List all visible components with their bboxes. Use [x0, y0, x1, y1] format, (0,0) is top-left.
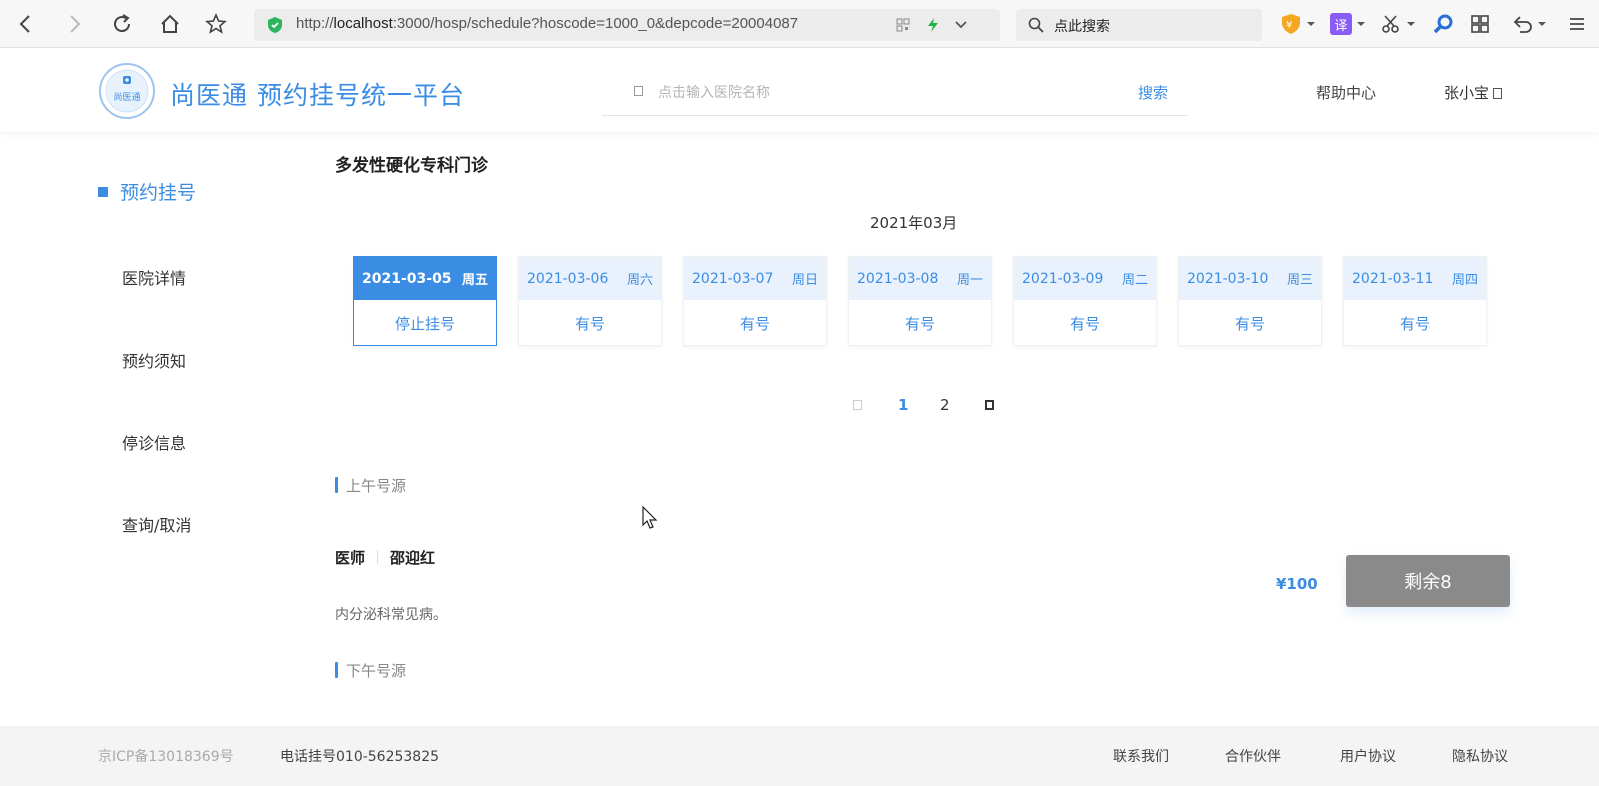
day-date: 2021-03-05: [362, 270, 452, 287]
sidebar-item-appointment[interactable]: 预约挂号: [98, 178, 196, 205]
month-label: 2021年03月: [870, 214, 958, 232]
active-marker-icon: [98, 187, 108, 197]
sidebar-item-query-cancel[interactable]: 查询/取消: [122, 512, 191, 536]
qr-code-icon[interactable]: [896, 18, 910, 32]
day-availability-status: 有号: [1069, 314, 1100, 333]
day-availability-status: 有号: [904, 314, 935, 333]
schedule-day-card[interactable]: 2021-03-07 周日有号: [683, 256, 827, 346]
footer-link-privacy[interactable]: 隐私协议: [1452, 746, 1508, 766]
day-date: 2021-03-09: [1022, 270, 1104, 287]
icp-number: 京ICP备13018369号: [98, 749, 234, 765]
sidebar-item-hospital-detail[interactable]: 医院详情: [122, 265, 186, 289]
sidebar-item-booking-notice[interactable]: 预约须知: [122, 348, 186, 372]
schedule-day-card[interactable]: 2021-03-10 周三有号: [1178, 256, 1322, 346]
lightning-icon[interactable]: [926, 17, 940, 33]
scissors-icon[interactable]: [1380, 12, 1416, 36]
search-icon: [634, 86, 643, 96]
doctor-description: 内分泌科常见病。: [335, 607, 447, 623]
home-icon[interactable]: [156, 10, 184, 38]
search-icon: [1028, 17, 1044, 33]
day-weekday: 周一: [956, 273, 983, 288]
secure-shield-icon: [268, 17, 282, 33]
day-date: 2021-03-06: [527, 270, 609, 287]
prev-page-icon[interactable]: [853, 400, 862, 410]
magnifier-extension-icon[interactable]: [1432, 12, 1454, 36]
mouse-cursor-icon: [642, 506, 658, 529]
day-weekday: 周三: [1286, 273, 1313, 288]
day-availability-status: 有号: [1399, 314, 1430, 333]
page-1-button[interactable]: 1: [898, 396, 908, 414]
shield-extension-icon[interactable]: ¥: [1280, 12, 1316, 36]
site-logo[interactable]: 尚医通: [98, 62, 156, 120]
footer-link-contact[interactable]: 联系我们: [1113, 746, 1169, 766]
footer-link-partners[interactable]: 合作伙伴: [1225, 746, 1281, 766]
translate-extension-icon[interactable]: 译: [1330, 12, 1366, 36]
schedule-day-card[interactable]: 2021-03-06 周六有号: [518, 256, 662, 346]
doctor-title-row: 医师 邵迎红: [335, 549, 436, 567]
day-availability-status: 停止挂号: [394, 314, 455, 333]
day-weekday: 周五: [461, 273, 488, 288]
search-button[interactable]: 搜索: [1138, 82, 1168, 103]
sidebar-item-suspension-info[interactable]: 停诊信息: [122, 430, 186, 454]
address-bar[interactable]: http://localhost:3000/hosp/schedule?hosc…: [254, 9, 1000, 41]
forward-icon[interactable]: [60, 10, 88, 38]
schedule-day-card[interactable]: 2021-03-05 周五停止挂号: [353, 256, 497, 346]
day-availability-status: 有号: [1234, 314, 1265, 333]
svg-text:尚医通: 尚医通: [113, 91, 140, 103]
day-weekday: 周二: [1121, 273, 1148, 288]
undo-icon[interactable]: [1512, 12, 1547, 36]
chevron-down-icon[interactable]: [954, 20, 968, 30]
reload-icon[interactable]: [108, 10, 136, 38]
hospital-search-input[interactable]: 点击输入医院名称 搜索: [602, 72, 1188, 116]
next-page-icon[interactable]: [985, 400, 994, 410]
schedule-day-card[interactable]: 2021-03-09 周二有号: [1013, 256, 1157, 346]
page-2-button[interactable]: 2: [940, 396, 950, 414]
user-menu[interactable]: 张小宝: [1444, 82, 1503, 103]
site-footer: 京ICP备13018369号 电话挂号010-56253825 联系我们 合作伙…: [0, 726, 1599, 786]
day-date: 2021-03-08: [857, 270, 939, 287]
browser-search-input[interactable]: 点此搜索: [1016, 9, 1262, 41]
bookmark-star-icon[interactable]: [202, 10, 230, 38]
day-weekday: 周四: [1451, 273, 1478, 288]
day-weekday: 周日: [791, 273, 818, 288]
day-weekday: 周六: [626, 273, 653, 288]
help-center-link[interactable]: 帮助中心: [1316, 82, 1376, 103]
svg-text:¥: ¥: [1286, 20, 1292, 31]
browser-toolbar: http://localhost:3000/hosp/schedule?hosc…: [0, 0, 1599, 48]
site-title: 尚医通 预约挂号统一平台: [170, 81, 465, 110]
user-dropdown-icon: [1493, 88, 1503, 99]
department-title: 多发性硬化专科门诊: [335, 156, 488, 176]
day-availability-status: 有号: [739, 314, 770, 333]
day-availability-status: 有号: [574, 314, 605, 333]
day-date: 2021-03-07: [692, 270, 774, 287]
schedule-day-card[interactable]: 2021-03-08 周一有号: [848, 256, 992, 346]
morning-section-label: 上午号源: [335, 475, 406, 496]
footer-link-user-agreement[interactable]: 用户协议: [1340, 746, 1396, 766]
remaining-slots-button[interactable]: 剩余8: [1346, 555, 1510, 607]
back-icon[interactable]: [12, 10, 40, 38]
registration-price: ¥100: [1276, 575, 1318, 593]
schedule-day-card[interactable]: 2021-03-11 周四有号: [1343, 256, 1487, 346]
day-date: 2021-03-11: [1352, 270, 1434, 287]
url-text: http://localhost:3000/hosp/schedule?hosc…: [296, 15, 799, 32]
afternoon-section-label: 下午号源: [335, 660, 406, 681]
phone-booking: 电话挂号010-56253825: [280, 749, 440, 765]
day-date: 2021-03-10: [1187, 270, 1269, 287]
grid-apps-icon[interactable]: [1470, 12, 1490, 36]
menu-icon[interactable]: [1568, 12, 1586, 36]
